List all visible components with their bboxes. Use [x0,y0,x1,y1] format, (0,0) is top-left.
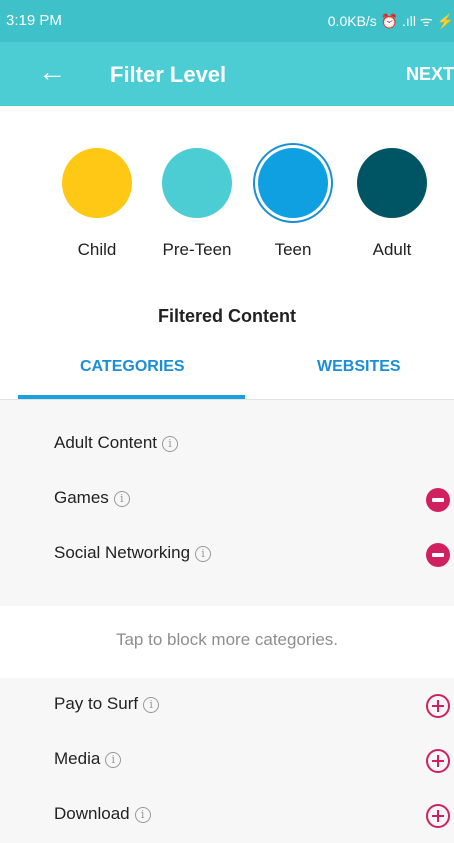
category-name: Download i [54,804,151,824]
status-indicators: 0.0KB/s ⏰ .ıll ᯤ ⚡ [327,13,454,29]
level-teen-circle [258,148,328,218]
category-name: Pay to Surf i [54,694,160,714]
category-name: Social Networking i [54,543,212,563]
next-button[interactable]: NEXT [406,64,454,85]
tab-websites[interactable]: WEBSITES [317,358,401,376]
info-icon[interactable]: i [162,436,179,452]
list-item: Adult Content i [0,417,454,472]
info-icon[interactable]: i [143,697,160,713]
remove-icon[interactable] [426,488,450,512]
add-icon[interactable] [426,694,450,718]
block-more-hint: Tap to block more categories. [115,630,339,649]
level-pre-teen-label: Pre-Teen [162,240,232,259]
level-adult-circle [357,148,427,218]
level-pre-teen-circle [162,148,232,218]
add-icon[interactable] [426,804,450,828]
level-child-circle [62,148,132,218]
available-categories-list: Pay to Surf i Media i Download i [0,678,454,843]
filter-level-panel: Child Pre-Teen Teen Adult Filtered Conte… [0,106,454,400]
add-icon[interactable] [426,749,450,773]
level-adult[interactable]: Adult [342,148,442,260]
level-child-label: Child [77,240,117,259]
hint-band: Tap to block more categories. [0,606,454,678]
status-time: 3:19 PM [6,12,62,29]
category-name: Media i [54,749,122,769]
remove-icon[interactable] [426,543,450,567]
category-name: Games i [54,488,130,508]
blocked-categories-list: Adult Content i Games i Social Networking i [0,417,454,582]
list-item: Pay to Surf i [0,678,454,733]
level-teen-label: Teen [274,240,312,259]
level-pre-teen[interactable]: Pre-Teen [147,148,247,260]
category-name: Adult Content i [54,433,179,453]
level-child[interactable]: Child [47,148,147,260]
tab-categories[interactable]: CATEGORIES [80,358,185,376]
info-icon[interactable]: i [134,807,151,823]
level-adult-label: Adult [372,240,412,259]
list-item: Media i [0,733,454,788]
filtered-content-title: Filtered Content [158,306,296,326]
list-item: Download i [0,788,454,843]
info-icon[interactable]: i [113,491,130,507]
list-item: Social Networking i [0,527,454,582]
list-item: Games i [0,472,454,527]
back-arrow-icon[interactable]: ← [38,58,66,86]
status-bar: 3:19 PM 0.0KB/s ⏰ .ıll ᯤ ⚡ [0,0,454,42]
tab-divider [0,399,454,400]
info-icon[interactable]: i [105,752,122,768]
level-teen[interactable]: Teen [243,148,343,260]
info-icon[interactable]: i [195,546,212,562]
page-title: Filter Level [110,62,227,87]
app-bar: ← Filter Level NEXT [0,42,454,106]
